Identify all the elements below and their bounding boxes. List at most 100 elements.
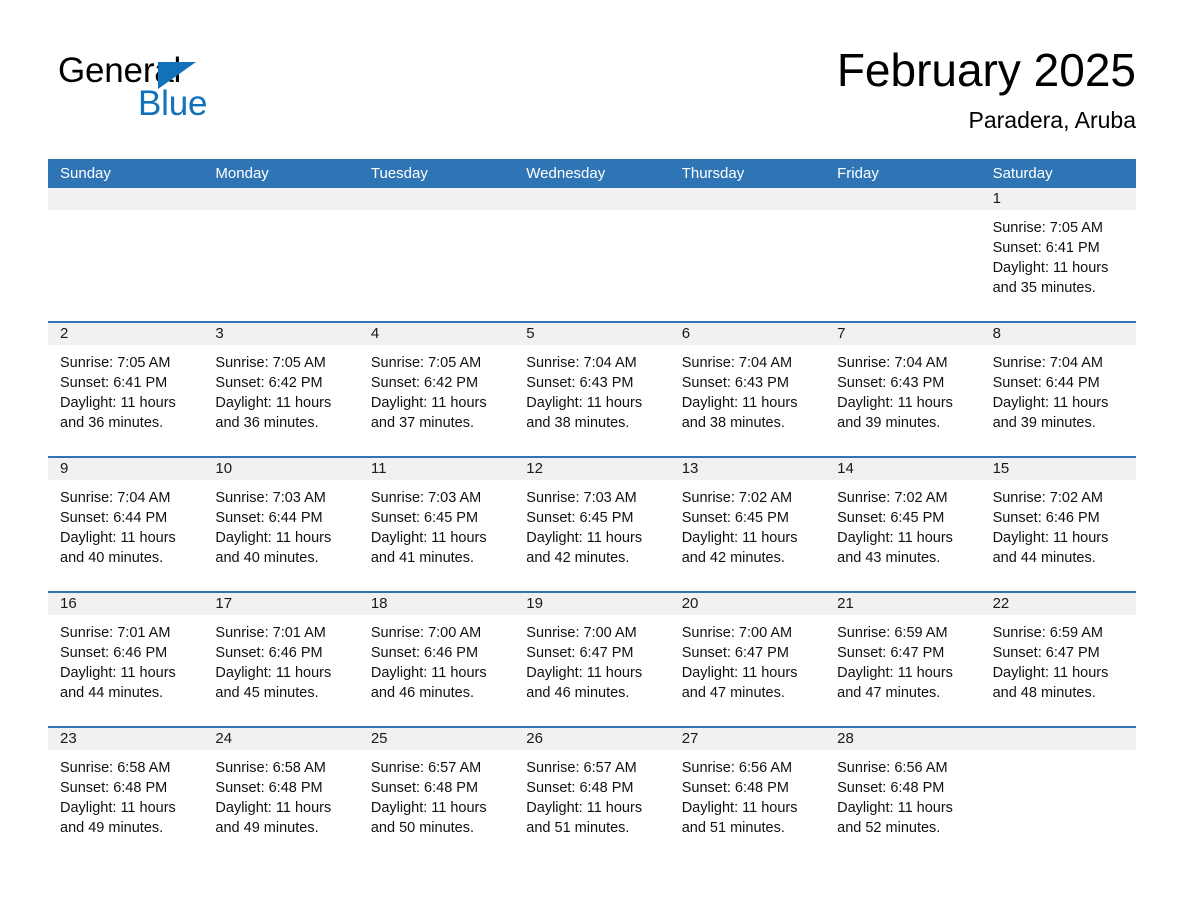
day-cell[interactable]: 28 Sunrise: 6:56 AM Sunset: 6:48 PM Dayligh… xyxy=(825,728,981,861)
sunset-text: Sunset: 6:48 PM xyxy=(215,780,323,796)
day-band xyxy=(669,188,826,210)
day-info: Sunrise: 7:05 AM Sunset: 6:41 PM Daylight:… xyxy=(981,210,1136,298)
daylight-text: Daylight: 11 hours and 51 minutes. xyxy=(526,800,643,836)
day-cell[interactable]: 1 Sunrise: 7:05 AM Sunset: 6:41 PM Daylight… xyxy=(980,188,1136,321)
sunset-text: Sunset: 6:48 PM xyxy=(837,780,945,796)
day-number: 8 xyxy=(992,325,1001,342)
day-cell[interactable]: 15 Sunrise: 7:02 AM Sunset: 6:46 PM Dayligh… xyxy=(980,458,1136,591)
day-info: Sunrise: 7:00 AM Sunset: 6:47 PM Daylight:… xyxy=(670,615,825,703)
sunrise-text: Sunrise: 6:57 AM xyxy=(370,760,482,776)
day-cell[interactable]: 23 Sunrise: 6:58 AM Sunset: 6:48 PM Dayligh… xyxy=(48,728,204,861)
day-cell xyxy=(358,188,515,321)
day-cell[interactable]: 3 Sunrise: 7:05 AM Sunset: 6:42 PM Daylight… xyxy=(203,323,359,456)
sunrise-text: Sunrise: 7:04 AM xyxy=(526,355,637,371)
daylight-text: Daylight: 11 hours and 43 minutes. xyxy=(837,530,953,566)
daylight-text: Daylight: 11 hours and 39 minutes. xyxy=(837,395,953,431)
day-info xyxy=(670,210,825,218)
day-cell[interactable]: 8 Sunrise: 7:04 AM Sunset: 6:44 PM Daylight… xyxy=(980,323,1136,456)
page-header: General Blue February 2025 Paradera, Aru… xyxy=(48,44,1136,154)
sunset-text: Sunset: 6:48 PM xyxy=(681,780,789,796)
sunrise-text: Sunrise: 7:02 AM xyxy=(681,490,793,506)
logo-text-blue: Blue xyxy=(138,84,208,123)
day-band xyxy=(48,188,204,210)
sunset-text: Sunset: 6:45 PM xyxy=(681,510,789,526)
day-cell[interactable]: 17 Sunrise: 7:01 AM Sunset: 6:46 PM Dayligh… xyxy=(203,593,359,726)
day-info: Sunrise: 7:02 AM Sunset: 6:46 PM Daylight:… xyxy=(981,480,1136,568)
day-band: 4 xyxy=(358,323,515,345)
day-cell[interactable]: 6 Sunrise: 7:04 AM Sunset: 6:43 PM Daylight… xyxy=(669,323,826,456)
day-band xyxy=(825,188,981,210)
day-cell[interactable]: 22 Sunrise: 6:59 AM Sunset: 6:47 PM Dayligh… xyxy=(980,593,1136,726)
day-number: 24 xyxy=(215,730,233,747)
day-band: 19 xyxy=(514,593,670,615)
sunset-text: Sunset: 6:48 PM xyxy=(60,780,168,796)
sunrise-text: Sunrise: 7:05 AM xyxy=(60,355,171,371)
day-cell xyxy=(825,188,981,321)
sunrise-text: Sunrise: 7:04 AM xyxy=(837,355,948,371)
day-cell[interactable]: 5 Sunrise: 7:04 AM Sunset: 6:43 PM Daylight… xyxy=(514,323,670,456)
day-info xyxy=(203,210,358,218)
day-cell[interactable]: 2 Sunrise: 7:05 AM Sunset: 6:41 PM Daylight… xyxy=(48,323,204,456)
day-number: 4 xyxy=(370,325,380,342)
day-cell[interactable]: 14 Sunrise: 7:02 AM Sunset: 6:45 PM Dayligh… xyxy=(825,458,981,591)
day-number: 14 xyxy=(837,460,854,477)
day-number: 10 xyxy=(215,460,233,477)
day-number: 2 xyxy=(60,325,69,342)
weekday-tuesday: Tuesday xyxy=(370,165,428,182)
day-number: 16 xyxy=(60,595,77,612)
sunrise-text: Sunrise: 7:00 AM xyxy=(681,625,793,641)
sunrise-text: Sunrise: 7:00 AM xyxy=(370,625,482,641)
sunset-text: Sunset: 6:46 PM xyxy=(992,510,1100,526)
daylight-text: Daylight: 11 hours and 44 minutes. xyxy=(992,530,1109,566)
day-band: 11 xyxy=(358,458,515,480)
day-cell[interactable]: 19 Sunrise: 7:00 AM Sunset: 6:47 PM Dayligh… xyxy=(514,593,670,726)
day-cell xyxy=(980,728,1136,861)
day-info: Sunrise: 7:01 AM Sunset: 6:46 PM Daylight:… xyxy=(203,615,358,703)
day-number: 1 xyxy=(992,190,1001,207)
day-cell[interactable]: 24 Sunrise: 6:58 AM Sunset: 6:48 PM Dayligh… xyxy=(203,728,359,861)
sunrise-text: Sunrise: 6:56 AM xyxy=(837,760,948,776)
day-cell[interactable]: 27 Sunrise: 6:56 AM Sunset: 6:48 PM Dayligh… xyxy=(669,728,826,861)
sunset-text: Sunset: 6:47 PM xyxy=(681,645,789,661)
sunset-text: Sunset: 6:44 PM xyxy=(215,510,323,526)
daylight-text: Daylight: 11 hours and 44 minutes. xyxy=(60,665,176,701)
day-cell[interactable]: 16 Sunrise: 7:01 AM Sunset: 6:46 PM Dayligh… xyxy=(48,593,204,726)
day-info: Sunrise: 6:56 AM Sunset: 6:48 PM Daylight:… xyxy=(670,750,825,838)
daylight-text: Daylight: 11 hours and 38 minutes. xyxy=(526,395,643,431)
sunrise-text: Sunrise: 7:02 AM xyxy=(992,490,1103,506)
sunrise-text: Sunrise: 6:58 AM xyxy=(215,760,326,776)
day-cell[interactable]: 9 Sunrise: 7:04 AM Sunset: 6:44 PM Daylight… xyxy=(48,458,204,591)
day-band: 26 xyxy=(514,728,670,750)
week-row: 9 Sunrise: 7:04 AM Sunset: 6:44 PM Daylight… xyxy=(48,456,1136,591)
day-info: Sunrise: 7:03 AM Sunset: 6:45 PM Daylight:… xyxy=(359,480,514,568)
day-cell[interactable]: 21 Sunrise: 6:59 AM Sunset: 6:47 PM Dayligh… xyxy=(825,593,981,726)
day-cell[interactable]: 13 Sunrise: 7:02 AM Sunset: 6:45 PM Dayligh… xyxy=(669,458,826,591)
sunrise-text: Sunrise: 7:05 AM xyxy=(215,355,326,371)
day-number: 28 xyxy=(837,730,854,747)
day-cell[interactable]: 11 Sunrise: 7:03 AM Sunset: 6:45 PM Dayligh… xyxy=(358,458,515,591)
day-cell[interactable]: 12 Sunrise: 7:03 AM Sunset: 6:45 PM Dayligh… xyxy=(514,458,670,591)
day-number: 26 xyxy=(526,730,543,747)
weekday-sunday: Sunday xyxy=(60,165,111,182)
sunrise-text: Sunrise: 7:01 AM xyxy=(215,625,326,641)
day-number: 27 xyxy=(681,730,699,747)
day-info: Sunrise: 7:05 AM Sunset: 6:41 PM Daylight:… xyxy=(48,345,203,433)
day-cell[interactable]: 10 Sunrise: 7:03 AM Sunset: 6:44 PM Dayligh… xyxy=(203,458,359,591)
day-cell[interactable]: 4 Sunrise: 7:05 AM Sunset: 6:42 PM Daylight… xyxy=(358,323,515,456)
day-info xyxy=(48,210,203,218)
general-blue-logo[interactable]: General Blue xyxy=(58,52,288,132)
day-cell[interactable]: 18 Sunrise: 7:00 AM Sunset: 6:46 PM Dayligh… xyxy=(358,593,515,726)
day-band: 3 xyxy=(203,323,359,345)
daylight-text: Daylight: 11 hours and 48 minutes. xyxy=(992,665,1109,701)
day-band: 27 xyxy=(669,728,826,750)
day-band: 14 xyxy=(825,458,981,480)
sunset-text: Sunset: 6:45 PM xyxy=(370,510,479,526)
day-cell[interactable]: 26 Sunrise: 6:57 AM Sunset: 6:48 PM Dayligh… xyxy=(514,728,670,861)
day-cell[interactable]: 7 Sunrise: 7:04 AM Sunset: 6:43 PM Daylight… xyxy=(825,323,981,456)
day-cell[interactable]: 25 Sunrise: 6:57 AM Sunset: 6:48 PM Dayligh… xyxy=(358,728,515,861)
sunset-text: Sunset: 6:43 PM xyxy=(681,375,789,391)
week-row: 1 Sunrise: 7:05 AM Sunset: 6:41 PM Daylight… xyxy=(48,188,1136,321)
day-band: 10 xyxy=(203,458,359,480)
day-cell[interactable]: 20 Sunrise: 7:00 AM Sunset: 6:47 PM Dayligh… xyxy=(669,593,826,726)
day-info: Sunrise: 7:04 AM Sunset: 6:44 PM Daylight:… xyxy=(48,480,203,568)
